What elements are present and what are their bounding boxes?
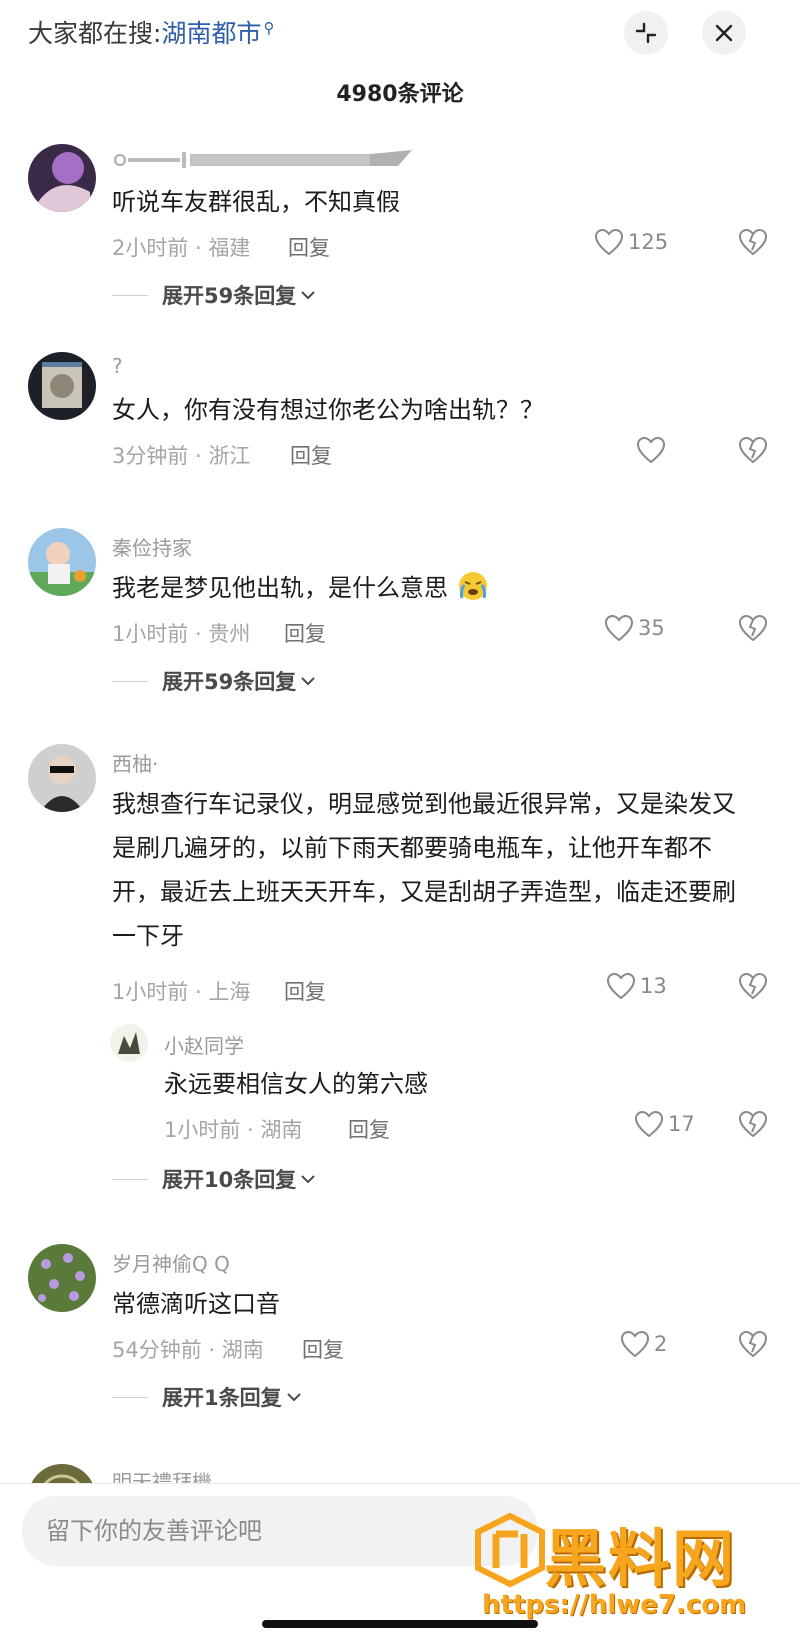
- comment-meta: 1小时前 · 上海: [112, 980, 251, 1004]
- like-count: 125: [628, 230, 669, 254]
- comment-count: 4980条评论: [336, 82, 464, 107]
- like-count: 2: [654, 1332, 668, 1356]
- watermark-title: 黑料网: [544, 1522, 737, 1595]
- collapse-icon: [635, 22, 657, 44]
- like-count: 17: [668, 1112, 695, 1136]
- divider: [112, 1396, 148, 1398]
- divider: [112, 680, 148, 682]
- username[interactable]: 岁月神偷Q Q: [112, 1248, 230, 1277]
- comment-text: 常德滴听这口音: [112, 1290, 280, 1318]
- avatar[interactable]: [28, 144, 96, 212]
- like-count: 13: [640, 974, 667, 998]
- heart-icon: [620, 1330, 650, 1358]
- reply-meta: 1小时前 · 湖南: [164, 1118, 303, 1142]
- dislike-button[interactable]: [738, 1110, 768, 1138]
- home-indicator: [262, 1620, 538, 1628]
- top-bar: 大家都在搜:湖南都市 ⚲: [0, 0, 800, 70]
- dislike-button[interactable]: [738, 972, 768, 1000]
- avatar[interactable]: [28, 1244, 96, 1312]
- reply-button[interactable]: 回复: [284, 976, 326, 1006]
- like-button[interactable]: 35: [604, 614, 665, 642]
- username[interactable]: ?: [112, 354, 123, 378]
- comment-meta: 1小时前 · 贵州: [112, 622, 251, 646]
- heart-icon: [606, 972, 636, 1000]
- broken-heart-icon: [738, 1110, 768, 1138]
- watermark: 黑料网 https://hlwe7.com: [470, 1510, 790, 1620]
- divider: [112, 1178, 148, 1180]
- reply-avatar[interactable]: [110, 1024, 148, 1062]
- dislike-button[interactable]: [738, 1330, 768, 1358]
- username[interactable]: [112, 146, 412, 173]
- chevron-down-icon: [301, 1175, 315, 1184]
- expand-replies-label: 展开10条回复: [162, 1168, 297, 1192]
- expand-replies-label: 展开59条回复: [162, 670, 297, 694]
- dislike-button[interactable]: [738, 436, 768, 464]
- broken-heart-icon: [738, 436, 768, 464]
- heart-icon: [604, 614, 634, 642]
- expand-replies-button[interactable]: 展开10条回复: [112, 1164, 316, 1194]
- avatar[interactable]: [28, 1464, 96, 1483]
- broken-heart-icon: [738, 1330, 768, 1358]
- watermark-url: https://hlwe7.com: [482, 1590, 747, 1620]
- heart-icon: [636, 436, 666, 464]
- search-suggestion-keyword[interactable]: 湖南都市: [161, 19, 261, 48]
- reply-button[interactable]: 回复: [290, 440, 332, 470]
- like-button[interactable]: 13: [606, 972, 667, 1000]
- dislike-button[interactable]: [738, 614, 768, 642]
- chevron-down-icon: [286, 1393, 301, 1402]
- like-button[interactable]: 17: [634, 1110, 695, 1138]
- like-button[interactable]: 125: [594, 228, 668, 256]
- avatar[interactable]: [28, 744, 96, 812]
- username[interactable]: 秦俭持家: [112, 532, 192, 561]
- broken-heart-icon: [738, 228, 768, 256]
- reply-text: 永远要相信女人的第六感: [164, 1070, 428, 1098]
- reply-button[interactable]: 回复: [284, 618, 326, 648]
- like-button[interactable]: 2: [620, 1330, 667, 1358]
- reply-button[interactable]: 回复: [288, 232, 330, 262]
- chevron-down-icon: [301, 677, 315, 686]
- search-icon: ⚲: [263, 18, 275, 37]
- broken-heart-icon: [738, 614, 768, 642]
- search-suggestion[interactable]: 大家都在搜:湖南都市 ⚲: [28, 14, 274, 50]
- comment-input[interactable]: [22, 1496, 538, 1566]
- reply-username[interactable]: 小赵同学: [164, 1030, 244, 1059]
- chevron-down-icon: [301, 291, 315, 300]
- comment-text: 女人，你有没有想过你老公为啥出轨？？: [112, 396, 544, 424]
- avatar[interactable]: [28, 528, 96, 596]
- comment-item: 明天禮拜機: [0, 1460, 800, 1483]
- search-suggestion-prefix: 大家都在搜:: [28, 19, 162, 48]
- comment-meta: 2小时前 · 福建: [112, 236, 251, 260]
- comment-meta: 54分钟前 · 湖南: [112, 1338, 264, 1362]
- heart-icon: [634, 1110, 664, 1138]
- divider: [112, 294, 148, 296]
- watermark-logo: [475, 1512, 545, 1588]
- dislike-button[interactable]: [738, 228, 768, 256]
- crying-emoji-icon: [458, 572, 487, 600]
- like-button[interactable]: [636, 436, 666, 464]
- comment-text: 听说车友群很乱，不知真假: [112, 188, 400, 216]
- broken-heart-icon: [738, 972, 768, 1000]
- username[interactable]: 明天禮拜機: [112, 1466, 212, 1483]
- expand-replies-button[interactable]: 展开1条回复: [112, 1382, 302, 1412]
- close-icon: [715, 24, 733, 42]
- close-button[interactable]: [702, 11, 746, 55]
- heart-icon: [594, 228, 624, 256]
- expand-replies-button[interactable]: 展开59条回复: [112, 666, 316, 696]
- comment-meta: 3分钟前 · 浙江: [112, 444, 251, 468]
- reply-button[interactable]: 回复: [302, 1334, 344, 1364]
- like-count: 35: [638, 616, 665, 640]
- username[interactable]: 西柚·: [112, 748, 158, 777]
- expand-replies-label: 展开59条回复: [162, 284, 297, 308]
- reply-button[interactable]: 回复: [348, 1114, 390, 1144]
- collapse-button[interactable]: [624, 11, 668, 55]
- expand-replies-button[interactable]: 展开59条回复: [112, 280, 316, 310]
- comment-text: 我想查行车记录仪，明显感觉到他最近很异常，又是染发又是刷几遍牙的，以前下雨天都要…: [112, 790, 736, 950]
- expand-replies-label: 展开1条回复: [162, 1386, 282, 1410]
- comment-text-body: 我老是梦见他出轨，是什么意思: [112, 574, 448, 602]
- avatar[interactable]: [28, 352, 96, 420]
- comment-text: 我老是梦见他出轨，是什么意思: [112, 566, 752, 610]
